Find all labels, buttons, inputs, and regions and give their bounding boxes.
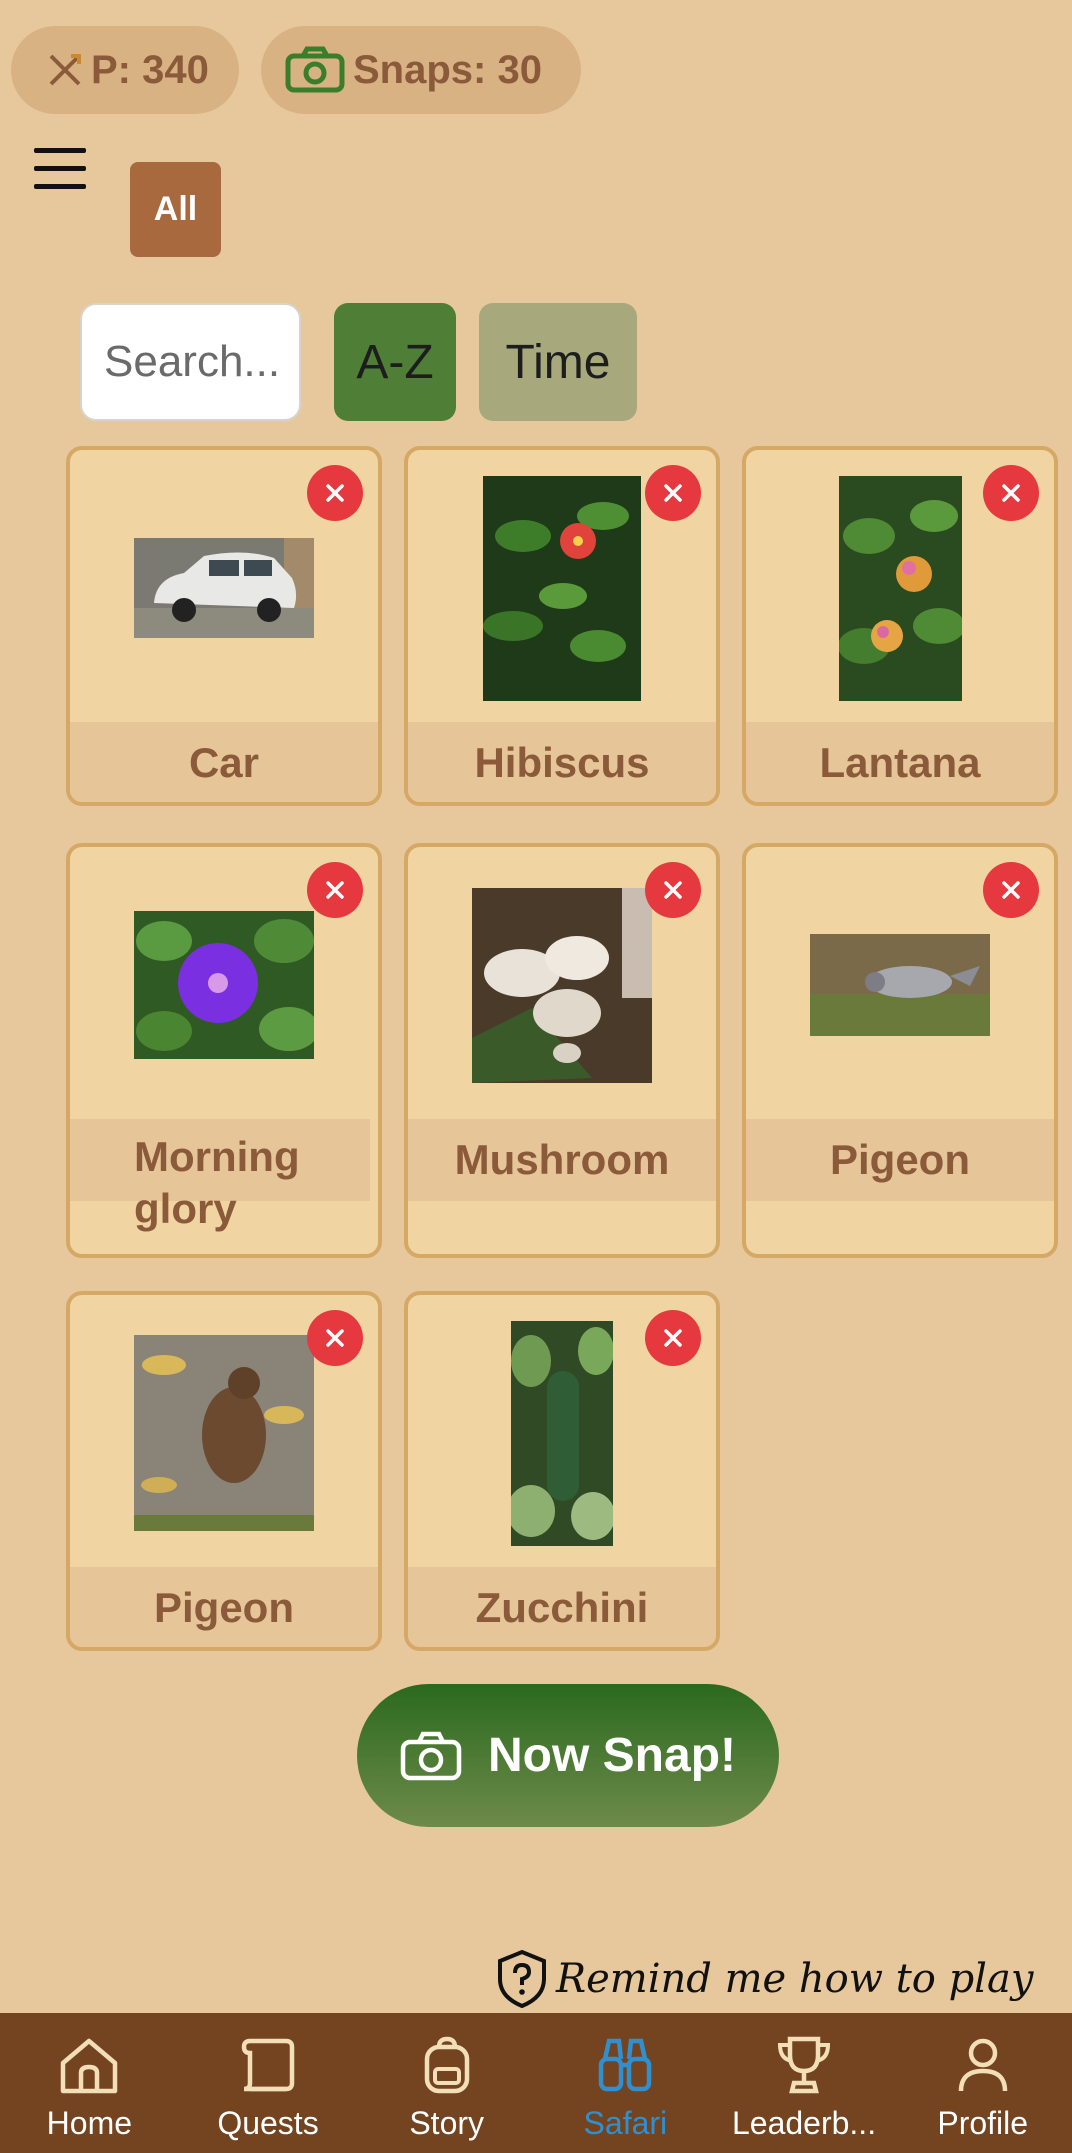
nav-label-story: Story xyxy=(409,2105,485,2141)
close-icon xyxy=(664,1329,682,1347)
mushroom-photo xyxy=(472,887,652,1083)
snaps-badge: Snaps: 30 xyxy=(261,26,581,114)
nav-item-leaderboard[interactable]: Leaderb... xyxy=(715,2013,894,2153)
snap-card[interactable]: Mushroom xyxy=(404,843,720,1258)
pigeon-photo xyxy=(134,1335,314,1531)
nav-label-home: Home xyxy=(46,2105,133,2141)
close-icon xyxy=(1002,881,1020,899)
remove-button[interactable] xyxy=(307,1310,363,1366)
close-icon xyxy=(326,1329,344,1347)
close-icon xyxy=(664,881,682,899)
snaps-text: Snaps: 30 xyxy=(353,47,542,92)
card-label: Hibiscus xyxy=(408,722,716,802)
binoculars-icon xyxy=(599,2038,652,2092)
menu-icon[interactable] xyxy=(34,148,90,198)
close-icon xyxy=(326,881,344,899)
now-snap-button[interactable]: Now Snap! xyxy=(357,1684,779,1827)
camera-icon xyxy=(400,1731,462,1780)
snap-card[interactable]: Pigeon xyxy=(742,843,1058,1258)
snap-card[interactable]: Morning glory xyxy=(66,843,382,1258)
home-icon xyxy=(61,2038,118,2094)
close-icon xyxy=(326,484,344,502)
points-text: P: 340 xyxy=(91,47,209,92)
nav-label-quests: Quests xyxy=(217,2105,319,2141)
pigeon-photo xyxy=(810,934,990,1036)
snap-card[interactable]: Pigeon xyxy=(66,1291,382,1651)
person-icon xyxy=(958,2038,1007,2092)
nav-label-leaderboard: Leaderb... xyxy=(731,2105,877,2141)
scroll-icon xyxy=(241,2038,295,2092)
card-label: Car xyxy=(70,722,378,802)
search-input[interactable] xyxy=(80,303,301,421)
zucchini-photo xyxy=(511,1320,613,1546)
snap-card[interactable]: Hibiscus xyxy=(404,446,720,806)
morning-glory-photo xyxy=(134,911,314,1059)
card-label: Mushroom xyxy=(408,1119,716,1201)
remove-button[interactable] xyxy=(645,862,701,918)
remove-button[interactable] xyxy=(983,465,1039,521)
nav-label-profile: Profile xyxy=(937,2105,1029,2141)
trophy-icon xyxy=(778,2036,831,2094)
nav-item-profile[interactable]: Profile xyxy=(893,2013,1072,2153)
nav-item-home[interactable]: Home xyxy=(0,2013,179,2153)
hibiscus-photo xyxy=(483,475,641,701)
sort-time-button[interactable]: Time xyxy=(479,303,637,421)
nav-item-quests[interactable]: Quests xyxy=(179,2013,358,2153)
remove-button[interactable] xyxy=(645,465,701,521)
snap-card[interactable]: Zucchini xyxy=(404,1291,720,1651)
card-label: Pigeon xyxy=(746,1119,1054,1201)
nav-item-safari[interactable]: Safari xyxy=(536,2013,715,2153)
snap-card[interactable]: Lantana xyxy=(742,446,1058,806)
nav-item-story[interactable]: Story xyxy=(357,2013,536,2153)
remind-label: Remind me how to play xyxy=(556,1956,1034,2002)
now-snap-label: Now Snap! xyxy=(488,1729,736,1782)
remove-button[interactable] xyxy=(307,862,363,918)
shield-question-icon xyxy=(498,1949,546,2009)
snap-card[interactable]: Car xyxy=(66,446,382,806)
points-badge: P: 340 xyxy=(11,26,239,114)
card-label: Pigeon xyxy=(70,1567,378,1647)
car-photo xyxy=(134,538,314,638)
close-icon xyxy=(1002,484,1020,502)
close-icon xyxy=(664,484,682,502)
crossed-swords-icon xyxy=(49,54,81,86)
card-label: Morning glory xyxy=(70,1119,370,1232)
remind-how-to-play-link[interactable]: Remind me how to play xyxy=(496,1946,1033,2012)
card-label: Zucchini xyxy=(408,1567,716,1647)
backpack-icon xyxy=(424,2036,469,2094)
sort-az-button[interactable]: A-Z xyxy=(334,303,456,421)
camera-icon xyxy=(285,46,345,93)
nav-label-safari: Safari xyxy=(583,2105,668,2141)
filter-all-chip[interactable]: All xyxy=(130,162,221,257)
remove-button[interactable] xyxy=(307,465,363,521)
remove-button[interactable] xyxy=(983,862,1039,918)
remove-button[interactable] xyxy=(645,1310,701,1366)
lantana-photo xyxy=(838,475,962,701)
card-label: Lantana xyxy=(746,722,1054,802)
bottom-nav: Home Quests Story Safari Leaderb... Prof… xyxy=(0,2013,1072,2153)
